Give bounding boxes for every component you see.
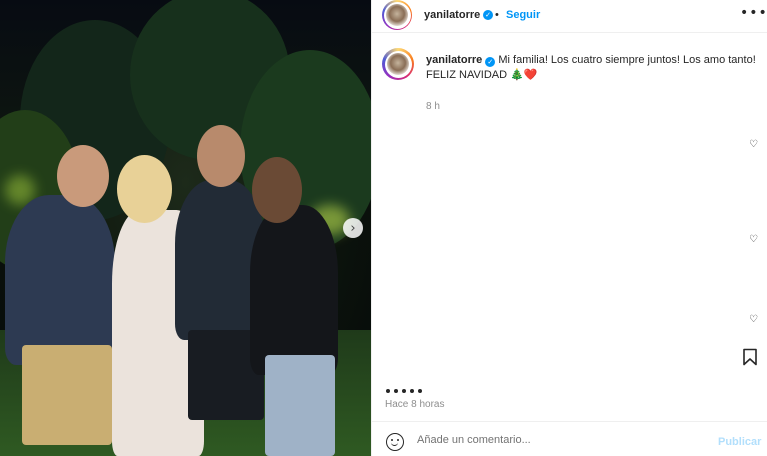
- person-man: [5, 195, 115, 365]
- person-man-head: [57, 145, 109, 207]
- faded-avatars: [386, 389, 422, 393]
- avatar[interactable]: [382, 0, 412, 30]
- heart-outline-icon[interactable]: ♡: [749, 314, 758, 325]
- caption-time: 8 h: [426, 101, 440, 112]
- person-girl-jeans: [265, 355, 335, 456]
- posted-time: Hace 8 horas: [385, 399, 445, 410]
- post-side-panel: yanilatorre ✓ • Seguir ••• yanilatorre ✓…: [371, 0, 767, 456]
- post-header: yanilatorre ✓ • Seguir •••: [372, 0, 767, 33]
- comment-bar: Publicar: [372, 421, 767, 456]
- next-photo-button[interactable]: ›: [343, 218, 363, 238]
- publish-button[interactable]: Publicar: [718, 436, 761, 448]
- header-separator: •: [495, 9, 499, 21]
- bookmark-icon[interactable]: [742, 348, 758, 366]
- post-caption: yanilatorre ✓ Mi familia! Los cuatro sie…: [426, 53, 756, 83]
- person-girl-head: [252, 157, 302, 223]
- header-username[interactable]: yanilatorre: [424, 9, 480, 21]
- caption-text: Mi familia! Los cuatro siempre juntos! L…: [498, 54, 756, 66]
- person-girl: [250, 205, 338, 375]
- chevron-right-icon: ›: [350, 220, 356, 236]
- heart-outline-icon[interactable]: ♡: [749, 139, 758, 150]
- person-woman-head: [117, 155, 172, 223]
- person-young-man-head: [197, 125, 245, 187]
- more-options-icon[interactable]: •••: [740, 5, 767, 21]
- emoji-icon[interactable]: [386, 433, 404, 451]
- verified-badge-icon: ✓: [485, 57, 496, 67]
- person-man-shorts: [22, 345, 112, 445]
- caption-line-2: FELIZ NAVIDAD 🎄❤️: [426, 69, 538, 81]
- post-photo[interactable]: ›: [0, 0, 371, 456]
- caption-avatar[interactable]: [382, 48, 414, 80]
- verified-badge-icon: ✓: [483, 10, 493, 20]
- heart-outline-icon[interactable]: ♡: [749, 234, 758, 245]
- comment-input[interactable]: [417, 429, 707, 451]
- follow-button[interactable]: Seguir: [506, 9, 540, 21]
- caption-username[interactable]: yanilatorre: [426, 54, 482, 66]
